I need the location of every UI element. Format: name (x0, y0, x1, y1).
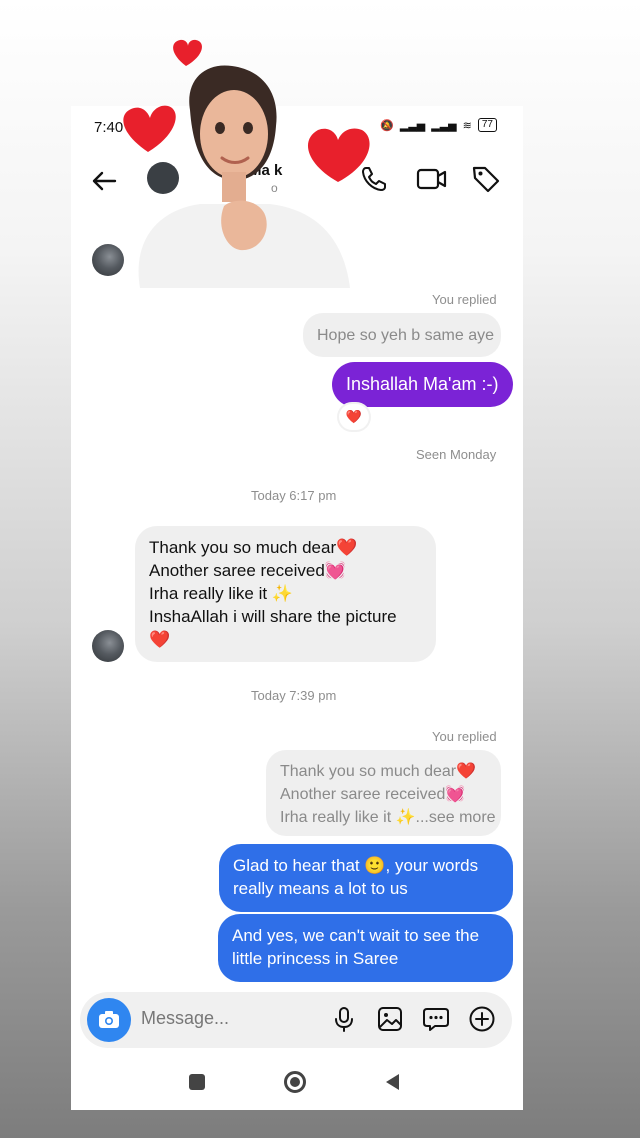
status-time: 7:40 (94, 119, 124, 136)
heart-sticker-icon (173, 39, 202, 66)
seen-status: Seen Monday (416, 447, 497, 462)
sent-message[interactable]: Glad to hear that 🙂, your words really m… (219, 844, 513, 912)
nav-home-icon[interactable] (284, 1071, 306, 1093)
message-composer: Message... (80, 992, 512, 1048)
status-icons: 🔕 ▂▃▅ ▂▃▅ ≋ 77 (380, 118, 497, 132)
mute-icon: 🔕 (380, 119, 394, 132)
timestamp: Today 6:17 pm (251, 488, 337, 503)
contact-avatar[interactable] (92, 244, 124, 276)
quoted-message[interactable]: Hope so yeh b same aye (303, 313, 501, 357)
contact-avatar[interactable] (92, 630, 124, 662)
instagram-dm-screen: 7:40 🔕 ▂▃▅ ▂▃▅ ≋ 77 Ma k o You replied H… (71, 106, 523, 1110)
timestamp: Today 7:39 pm (251, 688, 337, 703)
status-bar: 7:40 🔕 ▂▃▅ ▂▃▅ ≋ 77 (71, 106, 523, 146)
contact-name[interactable]: Ma k (249, 162, 282, 179)
sent-message[interactable]: Inshallah Ma'am :-) (332, 362, 513, 407)
sent-message[interactable]: And yes, we can't wait to see the little… (218, 914, 513, 982)
gallery-icon[interactable] (376, 1005, 404, 1033)
tag-icon[interactable] (469, 162, 503, 196)
heart-reaction[interactable]: ❤️ (339, 404, 369, 430)
received-message-text: Thank you so much dear❤️ Another saree r… (149, 538, 397, 649)
nav-back-icon[interactable] (383, 1072, 403, 1092)
back-arrow-icon[interactable] (87, 164, 121, 198)
battery-icon: 77 (477, 118, 497, 132)
received-message[interactable]: Thank you so much dear❤️ Another saree r… (135, 526, 436, 662)
quoted-message[interactable]: Thank you so much dear❤️ Another saree r… (266, 750, 501, 836)
message-input[interactable]: Message... (141, 1008, 229, 1029)
header-avatar[interactable] (147, 162, 179, 194)
chat-header: Ma k o (71, 150, 523, 210)
you-replied-label: You replied (432, 729, 497, 744)
system-nav-bar (71, 1056, 523, 1110)
nav-square-icon[interactable] (189, 1074, 205, 1090)
plus-circle-icon[interactable] (468, 1005, 496, 1033)
camera-button[interactable] (87, 998, 131, 1042)
you-replied-label: You replied (432, 292, 497, 307)
microphone-icon[interactable] (330, 1005, 358, 1033)
chat-sticker-icon[interactable] (422, 1005, 450, 1033)
wifi-icon: ≋ (462, 119, 472, 132)
phone-icon[interactable] (357, 162, 391, 196)
signal-icon-2: ▂▃▅ (431, 119, 457, 132)
signal-icon: ▂▃▅ (399, 119, 426, 132)
video-camera-icon[interactable] (415, 162, 449, 196)
camera-icon (99, 1011, 119, 1028)
contact-subtitle: o (271, 181, 278, 195)
